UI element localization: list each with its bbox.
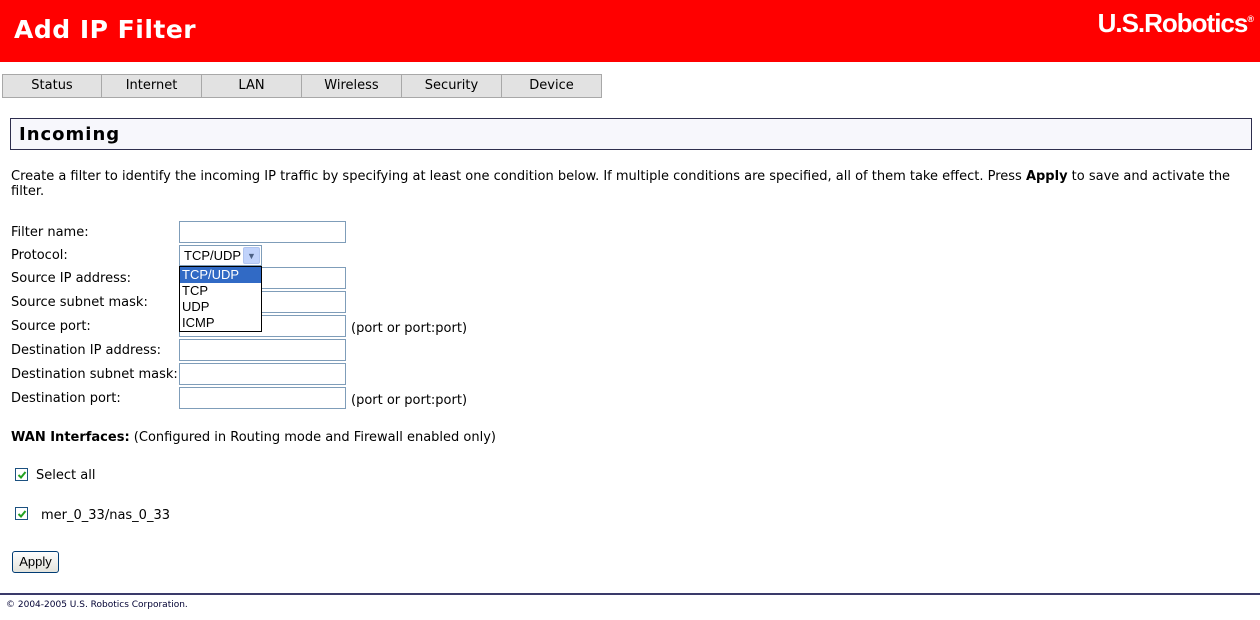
dest-mask-label: Destination subnet mask: (11, 367, 178, 382)
registered-mark: ® (1247, 14, 1254, 24)
description-text: Create a filter to identify the incoming… (11, 169, 1251, 199)
protocol-dropdown-list: TCP/UDP TCP UDP ICMP (179, 266, 262, 332)
protocol-label: Protocol: (11, 248, 68, 263)
tab-wireless[interactable]: Wireless (302, 74, 402, 98)
protocol-option-tcp-udp[interactable]: TCP/UDP (180, 267, 261, 283)
protocol-option-udp[interactable]: UDP (180, 299, 261, 315)
footer-divider (0, 593, 1260, 595)
wan-interface-label: mer_0_33/nas_0_33 (41, 508, 170, 523)
copyright-text: © 2004-2005 U.S. Robotics Corporation. (6, 600, 188, 610)
checkmark-icon (17, 510, 27, 518)
dest-ip-input[interactable] (179, 339, 346, 361)
source-port-hint: (port or port:port) (351, 321, 468, 336)
dest-port-hint: (port or port:port) (351, 393, 468, 408)
main-nav: Status Internet LAN Wireless Security De… (2, 74, 602, 98)
source-ip-label: Source IP address: (11, 271, 132, 286)
dest-port-input[interactable] (179, 387, 346, 409)
select-all-checkbox[interactable] (15, 468, 28, 481)
page-header: Add IP Filter U.S.Robotics® (0, 0, 1260, 62)
tab-lan[interactable]: LAN (202, 74, 302, 98)
protocol-selected-value: TCP/UDP (184, 248, 242, 263)
dest-port-label: Destination port: (11, 391, 121, 406)
tab-internet[interactable]: Internet (102, 74, 202, 98)
apply-button[interactable]: Apply (12, 551, 59, 573)
wan-interfaces-label: WAN Interfaces: (11, 430, 130, 445)
checkmark-icon (17, 471, 27, 479)
wan-interface-checkbox[interactable] (15, 507, 28, 520)
tab-security[interactable]: Security (402, 74, 502, 98)
source-mask-label: Source subnet mask: (11, 295, 148, 310)
dest-ip-label: Destination IP address: (11, 343, 161, 358)
filter-name-label: Filter name: (11, 225, 89, 240)
description-apply-word: Apply (1025, 169, 1068, 184)
wan-interfaces-note: (Configured in Routing mode and Firewall… (133, 430, 496, 445)
chevron-down-icon[interactable]: ▼ (243, 247, 260, 264)
protocol-option-tcp[interactable]: TCP (180, 283, 261, 299)
section-title: Incoming (19, 124, 121, 145)
dest-mask-input[interactable] (179, 363, 346, 385)
protocol-option-icmp[interactable]: ICMP (180, 315, 261, 331)
brand-name: U.S.Robotics (1097, 8, 1249, 38)
tab-device[interactable]: Device (502, 74, 602, 98)
tab-status[interactable]: Status (2, 74, 102, 98)
description-before: Create a filter to identify the incoming… (11, 169, 1026, 184)
section-header: Incoming (10, 118, 1252, 150)
select-all-label: Select all (36, 468, 96, 483)
page-title: Add IP Filter (14, 15, 197, 44)
filter-name-input[interactable] (179, 221, 346, 243)
protocol-select[interactable]: TCP/UDP ▼ (179, 245, 262, 266)
brand-logo: U.S.Robotics® (1098, 8, 1254, 39)
wan-interfaces-heading: WAN Interfaces: (Configured in Routing m… (11, 430, 496, 445)
source-port-label: Source port: (11, 319, 91, 334)
